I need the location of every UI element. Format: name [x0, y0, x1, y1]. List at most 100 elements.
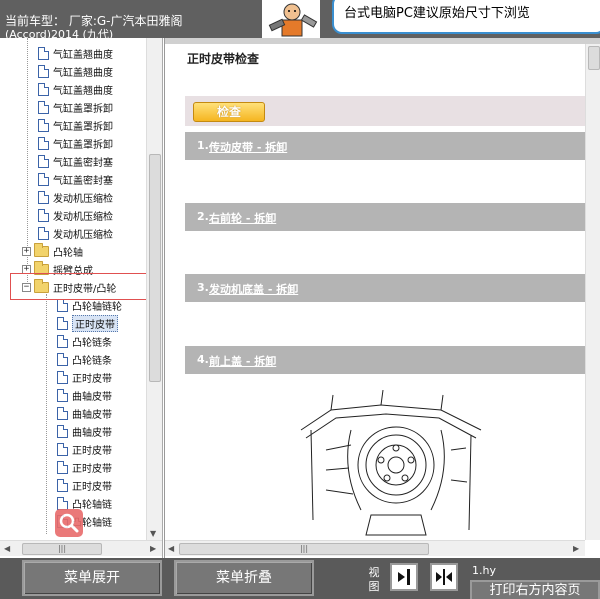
content-horizontal-scrollbar[interactable]: ◀ ||| ▶: [165, 540, 585, 556]
scrollbar-thumb[interactable]: [149, 154, 161, 382]
expand-icon[interactable]: +: [22, 246, 31, 256]
file-name-label: 1.hy: [472, 564, 496, 577]
collapse-menu-button[interactable]: 菜单折叠: [174, 560, 314, 596]
document-icon: [57, 316, 68, 330]
document-icon: [38, 82, 49, 96]
tree-item-label: 正时皮带: [72, 463, 112, 475]
document-icon: [57, 496, 68, 510]
tree-doc-item[interactable]: 气缸盖罩拆卸: [38, 134, 113, 152]
tree-doc-item[interactable]: 正时皮带: [57, 476, 112, 494]
section-number: 1.: [197, 139, 209, 152]
tree-item-label: 气缸盖密封塞: [53, 157, 113, 169]
scroll-right-arrow-icon[interactable]: ▶: [150, 544, 156, 553]
tree-item-label: 气缸盖罩拆卸: [53, 139, 113, 151]
tree-item-label: 凸轮轴: [53, 247, 83, 259]
scrollbar-thumb[interactable]: [588, 46, 600, 70]
arrows-split-icon: [435, 568, 453, 586]
tree-doc-item[interactable]: 气缸盖罩拆卸: [38, 98, 113, 116]
tree-item-label: 凸轮链条: [72, 355, 112, 367]
tree-item-label: 正时皮带: [72, 373, 112, 385]
document-icon: [38, 136, 49, 150]
tree-doc-item[interactable]: 凸轮链条: [57, 350, 112, 368]
tree-folder-item[interactable]: + 凸轮轴: [22, 242, 83, 260]
tree-item-label: 正时皮带: [72, 445, 112, 457]
section-number: 4.: [197, 353, 209, 366]
scroll-left-arrow-icon[interactable]: ◀: [4, 544, 10, 553]
document-icon: [57, 460, 68, 474]
tree-doc-item[interactable]: 气缸盖翘曲度: [38, 44, 113, 62]
tree-doc-item[interactable]: 发动机压缩检: [38, 224, 113, 242]
scroll-left-arrow-icon[interactable]: ◀: [168, 544, 174, 553]
tree-horizontal-scrollbar[interactable]: ◀ ||| ▶: [0, 540, 162, 556]
page-title: 正时皮带检查: [187, 52, 260, 66]
section-link[interactable]: 发动机底盖 - 拆卸: [209, 281, 298, 297]
document-icon: [57, 424, 68, 438]
document-icon: [57, 478, 68, 492]
tree-item-label: 气缸盖罩拆卸: [53, 103, 113, 115]
tree-doc-item[interactable]: 气缸盖密封塞: [38, 170, 113, 188]
tip-box: 台式电脑PC建议原始尺寸下浏览: [332, 0, 600, 34]
tree-item-label: 发动机压缩检: [53, 211, 113, 223]
tree-vertical-scrollbar[interactable]: ▼: [146, 38, 162, 540]
search-button[interactable]: [55, 509, 83, 537]
section-link[interactable]: 传动皮带 - 拆卸: [209, 139, 287, 155]
section-number: 3.: [197, 281, 209, 294]
tree-item-label: 曲轴皮带: [72, 427, 112, 439]
content-panel: 正时皮带检查 检查 1. 传动皮带 - 拆卸 2. 右前轮 - 拆卸 3. 发动…: [164, 38, 600, 558]
document-icon: [38, 154, 49, 168]
section-number: 2.: [197, 210, 209, 223]
document-icon: [38, 100, 49, 114]
section-bar: 2. 右前轮 - 拆卸: [185, 203, 600, 231]
search-icon: [59, 513, 79, 533]
section-link[interactable]: 右前轮 - 拆卸: [209, 210, 276, 226]
view-toggle-button-right[interactable]: [390, 563, 418, 591]
document-icon: [57, 406, 68, 420]
tree-doc-item[interactable]: 曲轴皮带: [57, 422, 112, 440]
tree-doc-item[interactable]: 曲轴皮带: [57, 404, 112, 422]
check-button[interactable]: 检查: [193, 102, 265, 122]
document-icon: [38, 226, 49, 240]
tree-doc-item[interactable]: 气缸盖罩拆卸: [38, 116, 113, 134]
document-icon: [57, 442, 68, 456]
tree-doc-item[interactable]: 正时皮带: [57, 314, 118, 332]
print-content-button[interactable]: 打印右方内容页: [470, 580, 600, 599]
tree-doc-item[interactable]: 气缸盖密封塞: [38, 152, 113, 170]
document-icon: [38, 46, 49, 60]
tree-item-label: 气缸盖翘曲度: [53, 85, 113, 97]
section-bar: 1. 传动皮带 - 拆卸: [185, 132, 600, 160]
tree-doc-item[interactable]: 发动机压缩检: [38, 206, 113, 224]
tree-doc-item[interactable]: 正时皮带: [57, 368, 112, 386]
scroll-right-arrow-icon[interactable]: ▶: [573, 544, 579, 553]
tree-item-label: 气缸盖翘曲度: [53, 67, 113, 79]
content-vertical-scrollbar[interactable]: [585, 44, 600, 540]
scrollbar-thumb[interactable]: |||: [22, 543, 102, 555]
tree-doc-item[interactable]: 气缸盖翘曲度: [38, 80, 113, 98]
tree-guide-line: [46, 294, 47, 534]
tree-doc-item[interactable]: 发动机压缩检: [38, 188, 113, 206]
view-label: 视图: [368, 566, 380, 593]
document-icon: [57, 334, 68, 348]
header-bar: 当前车型： 厂家:G-广汽本田雅阁 (Accord)2014 (九代) 台式电脑…: [0, 0, 600, 41]
document-icon: [38, 208, 49, 222]
tree-item-label: 正时皮带: [72, 314, 118, 332]
scrollbar-thumb[interactable]: |||: [179, 543, 429, 555]
document-icon: [38, 118, 49, 132]
view-toggle-button-split[interactable]: [430, 563, 458, 591]
tip-text: 台式电脑PC建议原始尺寸下浏览: [344, 6, 530, 21]
tree-doc-item[interactable]: 正时皮带: [57, 458, 112, 476]
tree-item-label: 发动机压缩检: [53, 193, 113, 205]
tree-item-label: 发动机压缩检: [53, 229, 113, 241]
tree-doc-item[interactable]: 正时皮带: [57, 440, 112, 458]
document-icon: [57, 352, 68, 366]
tree-doc-item[interactable]: 凸轮链条: [57, 332, 112, 350]
tree-item-label: 气缸盖密封塞: [53, 175, 113, 187]
scroll-down-arrow-icon[interactable]: ▼: [150, 529, 156, 538]
tree-doc-item[interactable]: 曲轴皮带: [57, 386, 112, 404]
expand-menu-button[interactable]: 菜单展开: [22, 560, 162, 596]
tree-doc-item[interactable]: 气缸盖翘曲度: [38, 62, 113, 80]
document-icon: [57, 298, 68, 312]
section-bar: 3. 发动机底盖 - 拆卸: [185, 274, 600, 302]
navigation-panel: 气缸盖翘曲度 气缸盖翘曲度 气缸盖翘曲度 气缸盖罩拆卸 气缸盖罩拆卸 气缸盖罩拆卸 气缸盖密…: [0, 38, 163, 558]
section-bar: 4. 前上盖 - 拆卸: [185, 346, 600, 374]
section-link[interactable]: 前上盖 - 拆卸: [209, 353, 276, 369]
